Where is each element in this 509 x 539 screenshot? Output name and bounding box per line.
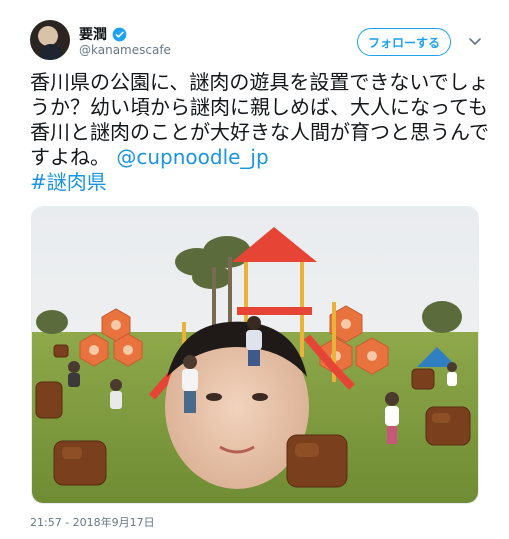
verified-badge-icon: [112, 27, 127, 41]
name-row: 要潤: [79, 24, 127, 44]
display-name[interactable]: 要潤: [79, 24, 107, 44]
tweet-timestamp[interactable]: 21:57 - 2018年9月17日: [30, 514, 155, 530]
hashtag-link[interactable]: #謎肉県: [30, 170, 107, 194]
user-handle[interactable]: @kanamescafe: [79, 43, 171, 57]
tweet-image[interactable]: [31, 206, 479, 504]
tweet-text: 香川県の公園に、謎肉の遊具を設置できないでしょうか？幼い頃から謎肉に親しめば、大…: [30, 70, 490, 195]
tweet-header: 要潤 @kanamescafe フォローする: [30, 20, 490, 62]
chevron-down-icon[interactable]: [468, 34, 482, 48]
mention-link[interactable]: @cupnoodle_jp: [116, 145, 268, 169]
playground-illustration: [32, 207, 478, 503]
follow-button[interactable]: フォローする: [357, 28, 451, 56]
avatar[interactable]: [30, 20, 70, 60]
